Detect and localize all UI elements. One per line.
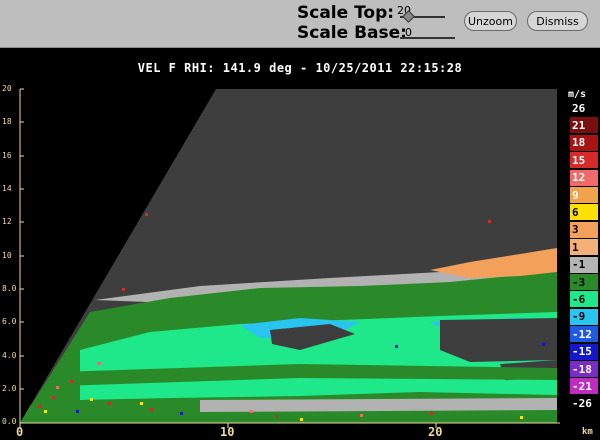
y-tick-label: 16 [2, 151, 12, 160]
legend-entry: 18 [570, 134, 598, 151]
y-tick-label: 6.0 [2, 317, 17, 326]
legend-entry: 21 [570, 117, 598, 134]
scale-top-label: Scale Top: [297, 3, 395, 23]
legend-entry: 1 [570, 239, 598, 256]
y-tick-label: 20 [2, 84, 12, 93]
legend-entry: -6 [570, 291, 598, 308]
scale-base-slider-track[interactable] [400, 37, 455, 39]
plot-title: VEL F RHI: 141.9 deg - 10/25/2011 22:15:… [137, 61, 463, 75]
x-tick-label: 20 [428, 425, 443, 439]
dismiss-button[interactable]: Dismiss [527, 11, 588, 31]
legend-entry: -26 [570, 395, 598, 412]
rhi-plot[interactable] [0, 87, 600, 440]
x-unit-label: km [582, 427, 593, 437]
y-tick-label: 14 [2, 184, 12, 193]
x-tick-label: 10 [220, 425, 235, 439]
y-tick-label: 8.0 [2, 284, 17, 293]
legend-entry: -9 [570, 308, 598, 325]
y-tick-label: 4.0 [2, 351, 17, 360]
y-tick-label: 12 [2, 217, 12, 226]
y-tick-label: 10 [2, 251, 12, 260]
y-tick-label: 2.0 [2, 384, 17, 393]
legend-entry: 9 [570, 187, 598, 203]
legend-entry: 6 [570, 204, 598, 221]
legend-entry: 15 [570, 152, 598, 169]
control-toolbar: Scale Top: 20 Scale Base: 0 Unzoom Dismi… [0, 0, 600, 48]
legend-entry: -15 [570, 343, 598, 360]
legend-entry: -12 [570, 326, 598, 343]
legend-entry: 3 [570, 221, 598, 238]
unzoom-button[interactable]: Unzoom [464, 11, 517, 31]
scale-base-label: Scale Base: [297, 23, 407, 43]
y-tick-label: 0.0 [2, 417, 17, 426]
legend-entry: -21 [570, 378, 598, 395]
legend-entry: -1 [570, 256, 598, 273]
y-tick-label: 18 [2, 117, 12, 126]
legend-entry: -3 [570, 274, 598, 290]
legend-unit: m/s [568, 89, 587, 100]
legend-entry: 26 [570, 100, 598, 116]
legend-entry: -18 [570, 361, 598, 377]
legend-entry: 12 [570, 169, 598, 186]
x-tick-label: 0 [16, 425, 24, 439]
